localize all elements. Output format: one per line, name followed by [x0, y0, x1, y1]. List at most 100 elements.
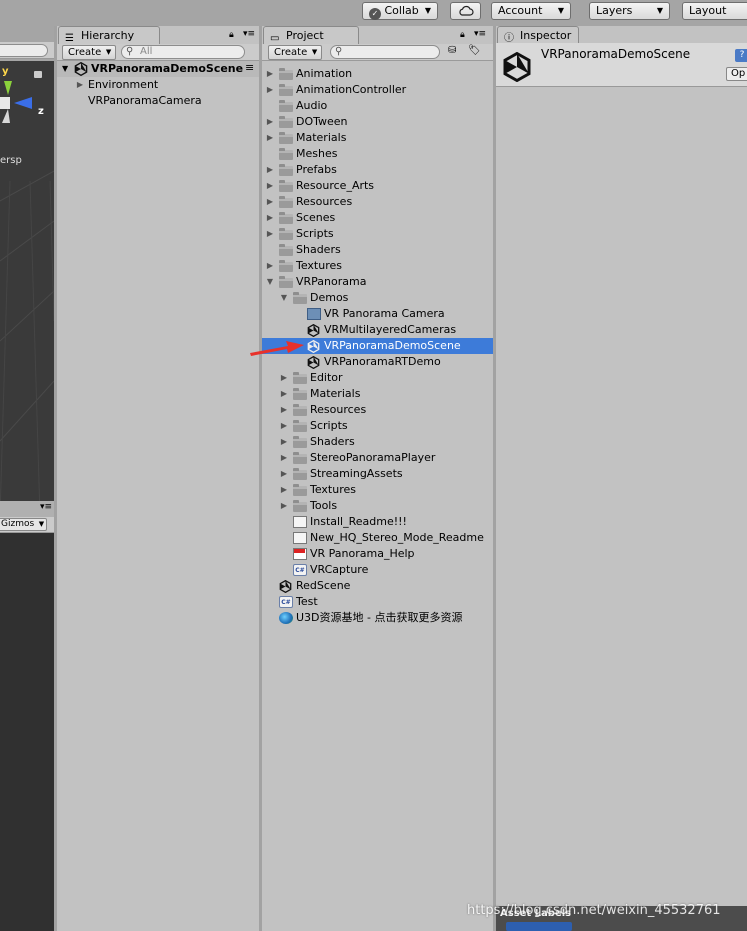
- project-folder-item[interactable]: ▼ Demos: [262, 290, 493, 306]
- project-folder-item[interactable]: ▶ Resources: [262, 402, 493, 418]
- project-search-input[interactable]: ⚲: [330, 45, 440, 59]
- asset-bundle-dropdown[interactable]: [506, 922, 572, 931]
- more-options-icon[interactable]: ≡: [245, 61, 254, 75]
- hierarchy-create-button[interactable]: Create ▼: [62, 45, 117, 60]
- chevron-right-icon[interactable]: ▶: [279, 434, 289, 450]
- chevron-right-icon[interactable]: ▶: [265, 194, 275, 210]
- chevron-right-icon[interactable]: ▶: [279, 386, 289, 402]
- scene-header-row[interactable]: ▼ VRPanoramaDemoScene ≡: [57, 61, 259, 77]
- chevron-right-icon[interactable]: ▶: [265, 210, 275, 226]
- project-folder-item[interactable]: ▶ Prefabs: [262, 162, 493, 178]
- project-folder-item[interactable]: ▶ Animation: [262, 66, 493, 82]
- chevron-right-icon[interactable]: ▶: [265, 162, 275, 178]
- project-create-button[interactable]: Create ▼: [268, 45, 323, 60]
- chevron-right-icon[interactable]: ▶: [279, 482, 289, 498]
- scene-gizmo-icon[interactable]: [0, 79, 48, 125]
- inspector-tab-label: Inspector: [520, 29, 572, 42]
- chevron-right-icon[interactable]: ▶: [279, 418, 289, 434]
- project-folder-item[interactable]: ▶ Materials: [262, 130, 493, 146]
- panel-menu-icon[interactable]: ▾≡: [474, 29, 486, 39]
- scene-toolbar: [0, 42, 54, 59]
- project-item-label: StereoPanoramaPlayer: [310, 451, 436, 464]
- lock-icon[interactable]: 🔒︎: [460, 30, 465, 40]
- panel-menu-icon[interactable]: ▾≡: [243, 29, 255, 39]
- scene-search-input[interactable]: [0, 44, 48, 57]
- project-tab-label: Project: [286, 29, 324, 42]
- unity-scene-icon: [307, 356, 321, 368]
- project-folder-item[interactable]: ▶ Materials: [262, 386, 493, 402]
- panel-menu-icon[interactable]: ▾≡: [40, 502, 52, 512]
- project-folder-item[interactable]: ▶ Scripts: [262, 418, 493, 434]
- chevron-right-icon[interactable]: ▶: [265, 66, 275, 82]
- game-toolbar: Gizmos ▼: [0, 517, 54, 533]
- project-folder-item[interactable]: Shaders: [262, 242, 493, 258]
- filter-by-type-icon[interactable]: ⛁: [448, 45, 456, 56]
- project-folder-item[interactable]: ▶ Editor: [262, 370, 493, 386]
- project-asset-item[interactable]: U3D资源基地 - 点击获取更多资源: [262, 610, 493, 626]
- project-folder-item[interactable]: Meshes: [262, 146, 493, 162]
- chevron-right-icon[interactable]: ▶: [265, 130, 275, 146]
- project-folder-item[interactable]: ▶ StreamingAssets: [262, 466, 493, 482]
- chevron-down-icon[interactable]: ▼: [265, 274, 275, 290]
- scene-viewport[interactable]: y z ersp: [0, 61, 54, 516]
- gizmos-button[interactable]: Gizmos ▼: [0, 518, 48, 531]
- hierarchy-item[interactable]: VRPanoramaCamera: [57, 93, 259, 109]
- open-button[interactable]: Op: [726, 67, 747, 81]
- hierarchy-search-input[interactable]: ⚲ All: [121, 45, 245, 59]
- collab-button[interactable]: ✓ Collab ▼: [362, 2, 438, 20]
- chevron-right-icon[interactable]: ▶: [279, 466, 289, 482]
- project-folder-item[interactable]: ▶ Scenes: [262, 210, 493, 226]
- tab-hierarchy[interactable]: ☰ Hierarchy: [58, 26, 160, 44]
- cloud-button[interactable]: [450, 2, 481, 20]
- help-icon[interactable]: ?: [735, 49, 747, 62]
- chevron-down-icon[interactable]: ▼: [62, 61, 68, 77]
- project-folder-item[interactable]: ▶ DOTween: [262, 114, 493, 130]
- filter-by-label-icon[interactable]: 🏷︎: [468, 45, 481, 56]
- chevron-right-icon[interactable]: ▶: [279, 370, 289, 386]
- project-folder-item[interactable]: ▼ VRPanorama: [262, 274, 493, 290]
- project-asset-item[interactable]: RedScene: [262, 578, 493, 594]
- project-folder-item[interactable]: ▶ Tools: [262, 498, 493, 514]
- project-folder-item[interactable]: ▶ Shaders: [262, 434, 493, 450]
- lock-icon[interactable]: [34, 71, 42, 78]
- chevron-right-icon[interactable]: ▶: [75, 77, 85, 93]
- tab-project[interactable]: ▭ Project: [263, 26, 359, 44]
- project-folder-item[interactable]: ▶ Scripts: [262, 226, 493, 242]
- project-folder-item[interactable]: ▶ Resources: [262, 194, 493, 210]
- project-folder-item[interactable]: ▶ Textures: [262, 482, 493, 498]
- project-folder-item[interactable]: ▶ Resource_Arts: [262, 178, 493, 194]
- chevron-right-icon[interactable]: ▶: [265, 258, 275, 274]
- project-asset-item[interactable]: Install_Readme!!!: [262, 514, 493, 530]
- project-folder-item[interactable]: ▶ Textures: [262, 258, 493, 274]
- project-tree: ▶ Animation ▶ AnimationController Audio ▶ DOTw…: [262, 66, 493, 926]
- collab-label: Collab: [384, 4, 419, 17]
- layers-button[interactable]: Layers ▼: [589, 2, 670, 20]
- hierarchy-item[interactable]: ▶ Environment: [57, 77, 259, 93]
- chevron-right-icon[interactable]: ▶: [279, 450, 289, 466]
- layout-button[interactable]: Layout: [682, 2, 747, 20]
- project-item-label: VR Panorama Camera: [324, 307, 445, 320]
- chevron-down-icon[interactable]: ▼: [279, 290, 289, 306]
- chevron-right-icon[interactable]: ▶: [265, 82, 275, 98]
- chevron-right-icon[interactable]: ▶: [265, 226, 275, 242]
- project-asset-item[interactable]: VR Panorama_Help: [262, 546, 493, 562]
- lock-icon[interactable]: 🔒︎: [229, 30, 234, 40]
- project-folder-item[interactable]: ▶ AnimationController: [262, 82, 493, 98]
- chevron-down-icon: ▼: [38, 520, 45, 528]
- chevron-right-icon[interactable]: ▶: [265, 114, 275, 130]
- top-toolbar: ✓ Collab ▼ Account ▼ Layers ▼ Layout: [0, 0, 747, 26]
- account-button[interactable]: Account ▼: [491, 2, 571, 20]
- project-asset-item[interactable]: C# VRCapture: [262, 562, 493, 578]
- project-folder-item[interactable]: ▶ StereoPanoramaPlayer: [262, 450, 493, 466]
- project-folder-item[interactable]: Audio: [262, 98, 493, 114]
- inspector-panel: ⓘ Inspector VRPanoramaDemoScene ? Op Ass…: [496, 26, 747, 931]
- chevron-right-icon[interactable]: ▶: [279, 402, 289, 418]
- chevron-right-icon[interactable]: ▶: [279, 498, 289, 514]
- scene-view-panel: y z ersp ▾≡ Gizmos ▼: [0, 26, 54, 931]
- project-asset-item[interactable]: C# Test: [262, 594, 493, 610]
- watermark-text: https://blog.csdn.net/weixin_45532761: [467, 903, 721, 918]
- project-asset-item[interactable]: VR Panorama Camera: [262, 306, 493, 322]
- chevron-right-icon[interactable]: ▶: [265, 178, 275, 194]
- tab-inspector[interactable]: ⓘ Inspector: [497, 26, 579, 44]
- project-asset-item[interactable]: New_HQ_Stereo_Mode_Readme: [262, 530, 493, 546]
